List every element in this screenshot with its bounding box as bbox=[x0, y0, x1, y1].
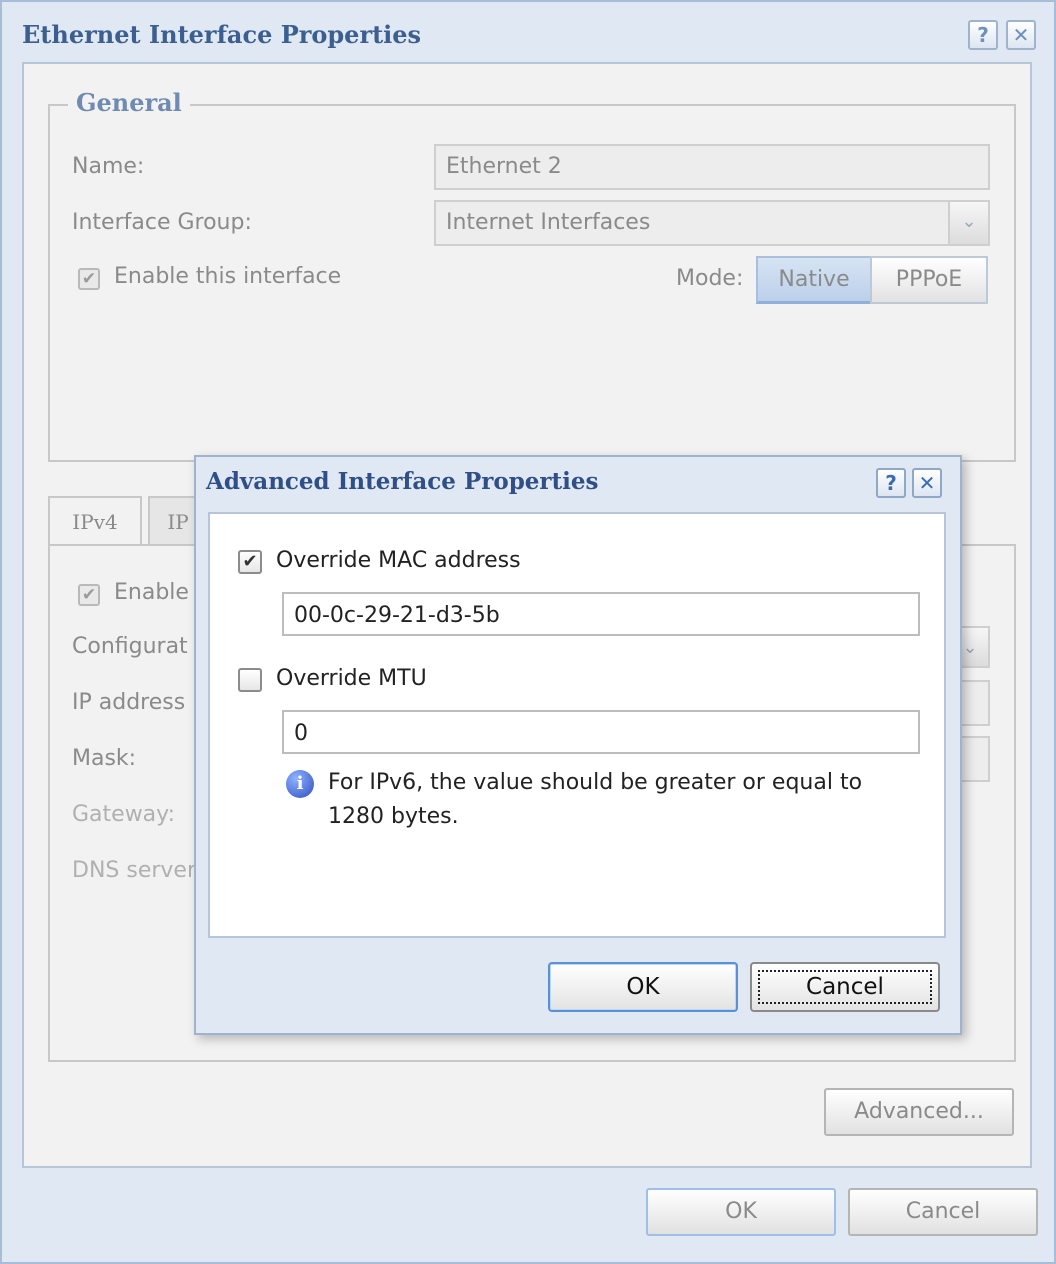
ipv4-enable-checkbox[interactable]: ✔ bbox=[78, 584, 100, 606]
mtu-info-text-line2: 1280 bytes. bbox=[328, 804, 459, 829]
interface-group-value: Internet Interfaces bbox=[446, 210, 651, 235]
outer-cancel-button[interactable]: Cancel bbox=[848, 1188, 1038, 1236]
outer-window-title: Ethernet Interface Properties bbox=[22, 20, 422, 49]
mac-address-input[interactable]: 00-0c-29-21-d3-5b bbox=[282, 592, 920, 636]
advanced-button[interactable]: Advanced... bbox=[824, 1088, 1014, 1136]
outer-ok-button[interactable]: OK bbox=[646, 1188, 836, 1236]
enable-interface-checkbox[interactable]: ✔ bbox=[78, 268, 100, 290]
mtu-info-text-line1: For IPv6, the value should be greater or… bbox=[328, 770, 863, 795]
outer-help-button[interactable]: ? bbox=[968, 20, 998, 50]
dialog-ok-button[interactable]: OK bbox=[548, 962, 738, 1012]
override-mac-label: Override MAC address bbox=[276, 548, 521, 573]
ip-address-label: IP address bbox=[72, 690, 186, 715]
configuration-label: Configurat bbox=[72, 634, 188, 659]
info-icon: i bbox=[286, 770, 314, 798]
name-field[interactable]: Ethernet 2 bbox=[434, 144, 990, 190]
override-mtu-checkbox[interactable] bbox=[238, 668, 262, 692]
name-label: Name: bbox=[72, 154, 145, 179]
mode-label: Mode: bbox=[676, 266, 744, 291]
mask-label: Mask: bbox=[72, 746, 137, 771]
outer-close-button[interactable]: ✕ bbox=[1006, 20, 1036, 50]
dialog-close-button[interactable]: ✕ bbox=[912, 468, 942, 498]
dialog-title: Advanced Interface Properties bbox=[206, 468, 599, 495]
override-mtu-label: Override MTU bbox=[276, 666, 427, 691]
enable-interface-label: Enable this interface bbox=[114, 264, 342, 289]
dialog-help-button[interactable]: ? bbox=[876, 468, 906, 498]
dns-server-label: DNS server bbox=[72, 858, 196, 883]
dialog-cancel-button[interactable]: Cancel bbox=[750, 962, 940, 1012]
mtu-input[interactable]: 0 bbox=[282, 710, 920, 754]
chevron-down-icon[interactable]: ⌄ bbox=[948, 202, 988, 244]
interface-group-label: Interface Group: bbox=[72, 210, 252, 235]
mode-native-button[interactable]: Native bbox=[756, 256, 872, 304]
mode-pppoe-button[interactable]: PPPoE bbox=[870, 256, 988, 304]
gateway-label: Gateway: bbox=[72, 802, 175, 827]
override-mac-checkbox[interactable]: ✔ bbox=[238, 550, 262, 574]
tab-ipv4[interactable]: IPv4 bbox=[48, 496, 142, 546]
ipv4-enable-label: Enable bbox=[114, 580, 189, 605]
general-group-legend: General bbox=[68, 88, 190, 117]
interface-group-select[interactable]: Internet Interfaces ⌄ bbox=[434, 200, 990, 246]
